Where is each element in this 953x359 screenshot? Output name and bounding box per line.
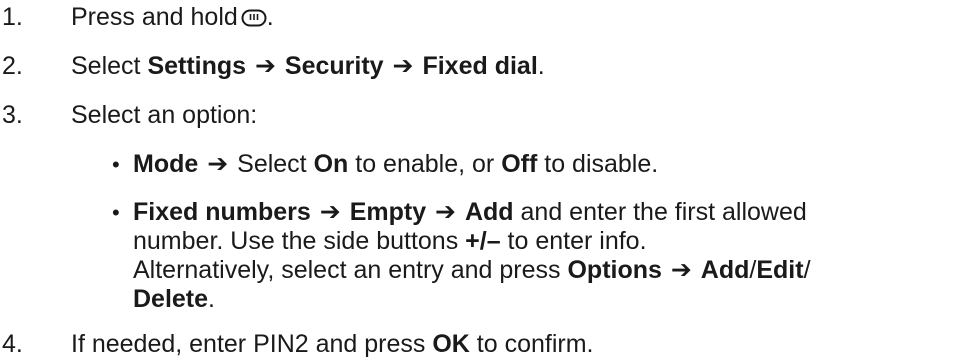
- option-fixed-numbers-line-2: number. Use the side buttons +/– to ente…: [133, 227, 647, 255]
- option-fixed-numbers-line-3: Alternatively, select an entry and press…: [133, 256, 811, 284]
- step-number: 4.: [2, 330, 23, 358]
- option-mode: Mode ➔ Select On to enable, or Off to di…: [133, 150, 659, 178]
- menu-key-icon: [241, 9, 267, 27]
- arrow-right-icon: ➔: [319, 198, 341, 226]
- arrow-right-icon: ➔: [207, 150, 229, 178]
- step-number: 2.: [2, 52, 23, 80]
- arrow-right-icon: ➔: [435, 198, 456, 226]
- step-text: If needed, enter PIN2 and press OK to co…: [71, 330, 594, 358]
- instruction-document: 1. Press and hold . 2. Select Settings ➔…: [0, 0, 953, 358]
- step-number: 1.: [2, 3, 23, 31]
- option-fixed-numbers-line-4: Delete.: [133, 285, 215, 313]
- menu-path-settings: Settings: [147, 52, 247, 80]
- bullet-icon: •: [112, 152, 120, 177]
- step-text: Select Settings ➔ Security ➔ Fixed dial.: [71, 52, 545, 80]
- menu-path-security: Security: [284, 52, 384, 80]
- arrow-right-icon: ➔: [255, 52, 276, 80]
- step-text: Press and hold .: [71, 3, 274, 31]
- option-fixed-numbers-line-1: Fixed numbers ➔ Empty ➔ Add and enter th…: [133, 198, 807, 226]
- step-text: Select an option:: [71, 101, 258, 129]
- menu-path-fixed-dial: Fixed dial: [422, 52, 538, 80]
- arrow-right-icon: ➔: [670, 256, 692, 284]
- arrow-right-icon: ➔: [392, 52, 414, 80]
- step-number: 3.: [2, 101, 23, 129]
- option-title: Mode: [133, 150, 199, 178]
- bullet-icon: •: [112, 200, 120, 225]
